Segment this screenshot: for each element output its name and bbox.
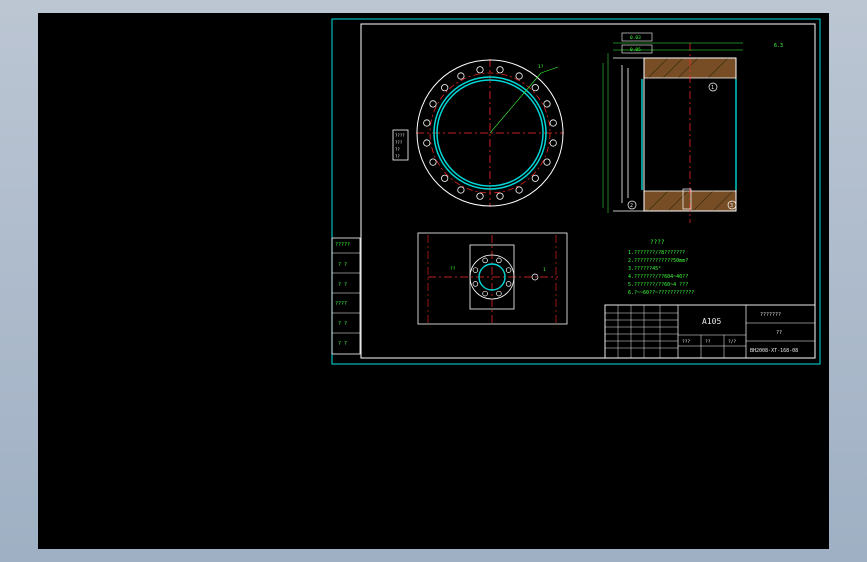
tech-req-line-1: 1.???????/?8??????? — [628, 250, 685, 256]
title-sheet-info-2: ?? — [705, 339, 711, 345]
technical-requirements: ???? 1.???????/?8??????? 2.?????????????… — [628, 239, 694, 296]
strip-cell-3: ? ? — [338, 282, 347, 288]
small-part-view: ?? 1 — [417, 232, 568, 325]
bolt-hole — [441, 174, 449, 182]
tolerance-box-2: 0.05 — [630, 47, 641, 53]
balloon-2: 2 — [630, 203, 633, 209]
balloon-1: 1 — [711, 85, 714, 91]
small-bolt-hole — [472, 281, 479, 287]
tech-req-line-3: 3.??????45° — [628, 266, 661, 272]
strip-cell-6: ? ? — [338, 341, 347, 347]
sheet-inner-frame — [360, 23, 816, 359]
title-block: A105 ??????? ?? BH2008-XT-168-08 ??? ?? … — [604, 304, 816, 359]
side-note-2: ??? — [395, 140, 403, 145]
small-view-label-right: 1 — [543, 267, 546, 273]
small-bolt-hole — [482, 290, 488, 297]
title-material: A105 — [702, 317, 721, 326]
tech-req-line-4: 4.???????/??604~40?? — [628, 274, 688, 280]
bolt-hole — [496, 66, 504, 74]
left-strip-table: ????? ? ? ? ? ???? ? ? ? ? — [331, 237, 361, 355]
cad-drawing: ????? ? ? ? ? ???? ? ? ? ? 1? ???? ??? ?… — [331, 18, 821, 365]
small-view-label-left: ?? — [450, 266, 456, 272]
bolt-hole — [476, 66, 484, 74]
flange-top-view: 1? ???? ??? ?? ?? — [392, 59, 564, 207]
bolt-hole — [429, 158, 437, 166]
bolt-hole — [549, 119, 557, 127]
small-bolt-hole — [505, 281, 512, 287]
strip-cell-5: ? ? — [338, 321, 347, 327]
bolt-hole — [423, 119, 431, 127]
bolt-hole — [496, 192, 504, 200]
tech-req-line-5: 5.???????/??60~4 ??? — [628, 282, 688, 288]
bolt-hole — [515, 186, 523, 194]
small-bolt-hole — [505, 267, 512, 273]
bolt-hole — [531, 84, 539, 92]
bolt-hole — [429, 100, 437, 108]
small-bolt-hole — [482, 257, 488, 264]
tolerance-box-1: 0.03 — [630, 35, 641, 41]
top-view-leader-label: 1? — [538, 64, 544, 70]
side-note-1: ???? — [395, 133, 405, 138]
tech-req-title: ???? — [650, 239, 665, 246]
bolt-hole — [549, 139, 557, 147]
strip-cell-2: ? ? — [338, 262, 347, 268]
sheet-outer-frame — [331, 18, 821, 365]
title-part-name: ??????? — [760, 312, 781, 318]
small-bolt-hole — [496, 257, 502, 264]
strip-cell-1: ????? — [335, 242, 350, 248]
flange-section-view: 0.03 0.05 1 2 3 6.3 — [602, 32, 783, 223]
balloon-3: 3 — [730, 203, 733, 209]
side-note-3: ?? — [395, 147, 400, 152]
tech-req-line-6: 6.?~~60??~???????????? — [628, 290, 694, 296]
side-note-4: ?? — [395, 154, 400, 159]
bolt-hole — [515, 72, 523, 80]
bolt-hole — [476, 192, 484, 200]
title-scale: ?? — [776, 330, 782, 336]
bolt-hole — [543, 100, 551, 108]
cad-viewport[interactable]: ????? ? ? ? ? ???? ? ? ? ? 1? ???? ??? ?… — [38, 13, 829, 549]
title-sheet-info-3: ?/? — [728, 339, 736, 345]
bolt-hole — [457, 186, 465, 194]
small-bolt-hole — [472, 267, 479, 273]
roughness-symbol: 6.3 — [774, 43, 783, 49]
title-sheet-info-1: ??? — [682, 339, 690, 345]
small-bolt-hole — [496, 290, 502, 297]
bolt-hole — [441, 84, 449, 92]
bolt-hole — [543, 158, 551, 166]
title-drawing-no: BH2008-XT-168-08 — [750, 348, 798, 354]
bolt-hole — [423, 139, 431, 147]
strip-cell-4: ???? — [335, 301, 347, 307]
bolt-hole — [457, 72, 465, 80]
bolt-hole — [531, 174, 539, 182]
tech-req-line-2: 2.?????????????50mm? — [628, 258, 688, 264]
